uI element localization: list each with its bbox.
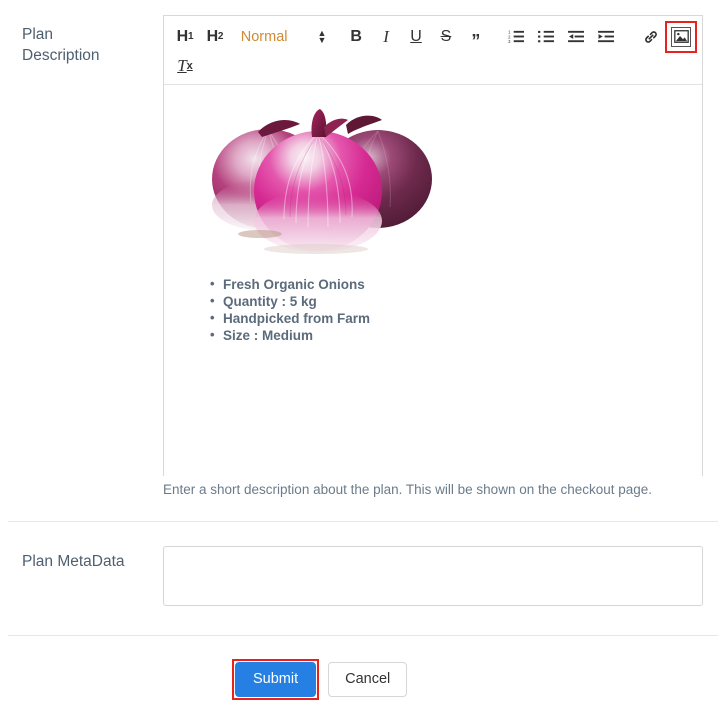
image-icon [671, 26, 692, 47]
plan-metadata-label-wrap: Plan MetaData [22, 551, 162, 572]
submit-button[interactable]: Submit [235, 662, 317, 697]
section-divider [8, 635, 718, 636]
format-select[interactable]: Normal ▲ ▼ [239, 27, 329, 45]
plan-metadata-label: Plan MetaData [22, 553, 125, 570]
h1-button[interactable]: H1 [172, 24, 198, 50]
outdent-button[interactable] [564, 24, 590, 50]
list-item: Size : Medium [210, 326, 688, 344]
link-button[interactable] [638, 24, 664, 50]
submit-button-highlight: Submit [232, 659, 320, 700]
list-item: Fresh Organic Onions [210, 275, 688, 293]
cancel-button[interactable]: Cancel [328, 662, 408, 697]
plan-description-label-wrap: Plan Description [22, 24, 152, 66]
description-bullet-list: Fresh Organic Onions Quantity : 5 kg Han… [210, 275, 688, 344]
blockquote-button[interactable]: ” [463, 24, 489, 50]
list-item: Quantity : 5 kg [210, 292, 688, 310]
plan-metadata-input[interactable] [163, 546, 703, 606]
bold-button[interactable]: B [343, 24, 369, 50]
clear-format-subscript: x [186, 59, 193, 72]
h1-label: H [176, 27, 189, 45]
plan-description-label: Plan Description [22, 26, 100, 64]
strikethrough-button[interactable]: S [433, 24, 459, 50]
chevron-updown-icon: ▲ ▼ [317, 27, 327, 45]
underline-label: U [410, 27, 422, 45]
italic-label: I [383, 26, 389, 46]
format-select-value: Normal [240, 28, 288, 45]
editor-toolbar-row-2: Tx [172, 51, 694, 80]
strikethrough-label: S [440, 27, 452, 45]
section-divider [8, 521, 718, 522]
bullet-list-button[interactable] [534, 24, 560, 50]
clear-format-button[interactable]: Tx [172, 53, 198, 79]
ordered-list-button[interactable]: 1 2 3 [504, 24, 530, 50]
blockquote-label: ” [471, 30, 481, 51]
bold-label: B [350, 27, 362, 45]
italic-button[interactable]: I [373, 24, 399, 50]
plan-description-help-text: Enter a short description about the plan… [163, 482, 653, 497]
indent-button[interactable] [593, 24, 619, 50]
plan-description-editor[interactable]: H1 H2 Normal ▲ ▼ B I U S ” 1 2 3 T x • F… [163, 15, 703, 481]
svg-text:3: 3 [508, 39, 511, 44]
image-button[interactable] [665, 20, 698, 53]
h1-subscript: 1 [187, 31, 194, 42]
h2-label: H [206, 27, 219, 45]
editor-content-area[interactable]: Fresh Organic Onions Quantity : 5 kg Han… [164, 85, 702, 481]
onion-image [196, 97, 441, 262]
list-item: Handpicked from Farm [210, 309, 688, 327]
form-action-bar: Submit Cancel [232, 659, 408, 700]
clear-format-label: T [177, 55, 187, 75]
underline-button[interactable]: U [403, 24, 429, 50]
plan-form-page: Plan Description H1 H2 Normal ▲ ▼ B I U … [0, 0, 726, 716]
h2-subscript: 2 [217, 31, 224, 42]
h2-button[interactable]: H2 [202, 24, 228, 50]
editor-toolbar: H1 H2 Normal ▲ ▼ B I U S ” 1 2 3 T x [164, 16, 702, 85]
editor-toolbar-row-1: H1 H2 Normal ▲ ▼ B I U S ” 1 2 3 [172, 20, 698, 53]
